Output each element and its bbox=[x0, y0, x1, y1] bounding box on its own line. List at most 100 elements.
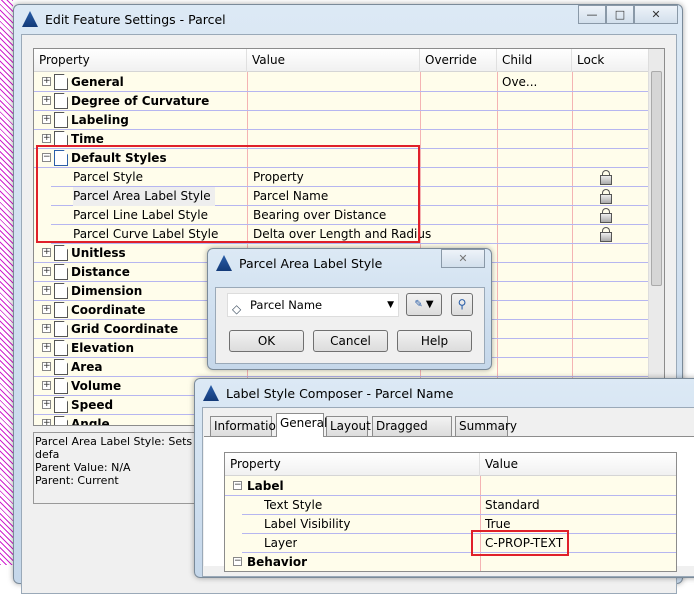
description-panel: Parcel Area Label Style: Sets defa Paren… bbox=[33, 432, 213, 504]
category-label: Area bbox=[71, 360, 103, 374]
help-button[interactable]: Help bbox=[397, 330, 472, 352]
tab-dragged-state[interactable]: Dragged State bbox=[372, 416, 452, 451]
title-bar: Label Style Composer - Parcel Name bbox=[203, 385, 453, 401]
column-property[interactable]: Property bbox=[34, 49, 247, 72]
composer-property-grid: Property Value − Label Text Style Standard… bbox=[224, 452, 677, 572]
edit-style-button[interactable]: ✎ ▼ bbox=[406, 293, 442, 316]
dialog-title: Parcel Area Label Style bbox=[239, 255, 383, 271]
expand-icon[interactable]: + bbox=[42, 343, 51, 352]
tab-general[interactable]: General bbox=[276, 413, 327, 437]
category-row[interactable]: + Labeling bbox=[34, 111, 664, 130]
app-icon bbox=[203, 385, 219, 401]
parent-value: Parent Value: N/A bbox=[35, 461, 131, 474]
expand-icon[interactable]: + bbox=[42, 362, 51, 371]
tab-summary[interactable]: Summary bbox=[455, 416, 517, 436]
expand-icon[interactable]: + bbox=[42, 248, 51, 257]
group-name: Behavior bbox=[247, 555, 308, 569]
description-text: Parcel Area Label Style: Sets defa bbox=[35, 435, 193, 461]
table-row[interactable]: Text Style Standard bbox=[242, 496, 676, 515]
lock-icon[interactable] bbox=[600, 170, 612, 185]
edit-icon: ✎ bbox=[414, 299, 423, 310]
expand-icon[interactable]: + bbox=[42, 400, 51, 409]
magnifier-icon: ⚲ bbox=[457, 297, 467, 311]
expand-icon[interactable]: + bbox=[42, 134, 51, 143]
title-bar: Parcel Area Label Style bbox=[216, 255, 382, 271]
category-label: Coordinate bbox=[71, 303, 146, 317]
collapse-icon[interactable]: − bbox=[233, 481, 242, 490]
category-label: Unitless bbox=[71, 246, 126, 260]
expand-icon[interactable]: + bbox=[42, 96, 51, 105]
dialog-title: Label Style Composer - Parcel Name bbox=[226, 385, 454, 401]
category-label: Degree of Curvature bbox=[71, 94, 210, 108]
category-label: Dimension bbox=[71, 284, 143, 298]
selected-style: Parcel Name bbox=[250, 298, 323, 312]
page-icon bbox=[54, 93, 68, 109]
page-icon bbox=[54, 283, 68, 299]
close-button[interactable]: ✕ bbox=[634, 5, 678, 24]
page-icon bbox=[54, 264, 68, 280]
column-property[interactable]: Property bbox=[225, 453, 480, 476]
maximize-button[interactable]: □ bbox=[606, 5, 634, 24]
scrollbar-thumb[interactable] bbox=[651, 71, 662, 286]
label-style-icon: ◇ bbox=[232, 302, 242, 316]
lock-icon[interactable] bbox=[600, 208, 612, 223]
expand-icon[interactable]: + bbox=[42, 419, 51, 425]
style-dropdown[interactable]: ◇ Parcel Name ▼ bbox=[227, 293, 399, 317]
category-label: Angle bbox=[71, 417, 110, 426]
category-label: Labeling bbox=[71, 113, 129, 127]
column-value[interactable]: Value bbox=[480, 453, 676, 476]
category-row[interactable]: + General bbox=[34, 73, 664, 92]
page-icon bbox=[54, 321, 68, 337]
parcel-area-label-style-dialog: Parcel Area Label Style ✕ ◇ Parcel Name … bbox=[207, 248, 492, 370]
property-name: Text Style bbox=[264, 498, 323, 512]
column-override[interactable]: Override bbox=[420, 49, 497, 72]
column-child-override[interactable]: Child Ove... bbox=[497, 49, 572, 89]
expand-icon[interactable]: + bbox=[42, 115, 51, 124]
expand-icon[interactable]: + bbox=[42, 381, 51, 390]
expand-icon[interactable]: + bbox=[42, 77, 51, 86]
lock-icon[interactable] bbox=[600, 227, 612, 242]
group-label[interactable]: − Label bbox=[225, 477, 676, 496]
app-icon bbox=[216, 255, 232, 271]
group-behavior[interactable]: − Behavior bbox=[225, 553, 676, 571]
table-row[interactable]: Label Visibility True bbox=[242, 515, 676, 534]
title-bar: Edit Feature Settings - Parcel bbox=[22, 11, 226, 27]
highlight-layer bbox=[471, 530, 569, 556]
expand-icon[interactable]: + bbox=[42, 267, 51, 276]
column-lock[interactable]: Lock bbox=[572, 49, 649, 72]
expand-icon[interactable]: + bbox=[42, 324, 51, 333]
column-value[interactable]: Value bbox=[247, 49, 420, 72]
category-label: Grid Coordinate bbox=[71, 322, 179, 336]
ok-button[interactable]: OK bbox=[229, 330, 304, 352]
page-icon bbox=[54, 378, 68, 394]
app-icon bbox=[22, 11, 38, 27]
drawing-hatch bbox=[0, 0, 13, 565]
page-icon bbox=[54, 340, 68, 356]
group-name: Label bbox=[247, 479, 284, 493]
category-label: Volume bbox=[71, 379, 122, 393]
expand-icon[interactable]: + bbox=[42, 286, 51, 295]
preview-button[interactable]: ⚲ bbox=[451, 293, 473, 316]
page-icon bbox=[54, 416, 68, 425]
page-icon bbox=[54, 245, 68, 261]
expand-icon[interactable]: + bbox=[42, 305, 51, 314]
property-name: Layer bbox=[264, 536, 298, 550]
table-row[interactable]: Layer C-PROP-TEXT bbox=[242, 534, 676, 553]
cancel-button[interactable]: Cancel bbox=[313, 330, 388, 352]
page-icon bbox=[54, 397, 68, 413]
category-label: General bbox=[71, 75, 124, 89]
page-icon bbox=[54, 302, 68, 318]
close-button[interactable]: ✕ bbox=[441, 249, 485, 268]
category-row[interactable]: + Degree of Curvature bbox=[34, 92, 664, 111]
property-value: Standard bbox=[485, 498, 540, 512]
page-icon bbox=[54, 74, 68, 90]
scrollbar[interactable] bbox=[648, 49, 664, 425]
tab-information[interactable]: Information bbox=[210, 416, 283, 436]
page-icon bbox=[54, 359, 68, 375]
minimize-button[interactable]: — bbox=[578, 5, 606, 24]
tab-layout[interactable]: Layout bbox=[326, 416, 371, 436]
category-label: Distance bbox=[71, 265, 130, 279]
chevron-down-icon: ▼ bbox=[387, 300, 394, 310]
dialog-title: Edit Feature Settings - Parcel bbox=[45, 11, 226, 27]
lock-icon[interactable] bbox=[600, 189, 612, 204]
